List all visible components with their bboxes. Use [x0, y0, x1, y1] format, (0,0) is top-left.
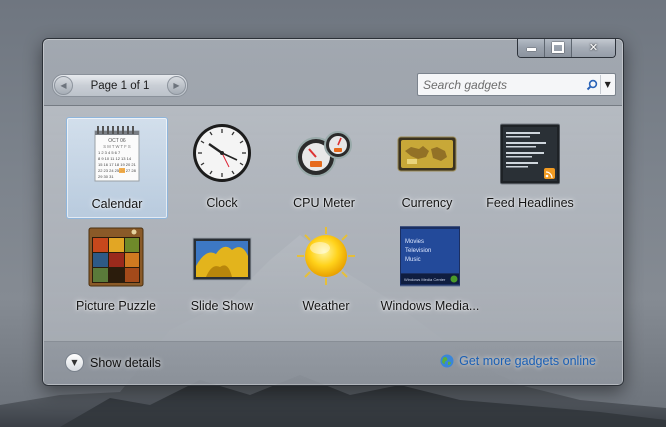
- cpu-meter-icon: [296, 131, 352, 177]
- search-input[interactable]: [418, 75, 585, 94]
- chevron-down-icon: ▼: [65, 353, 84, 372]
- svg-text:8 9 10 11 12 13 14: 8 9 10 11 12 13 14: [98, 156, 132, 161]
- show-details-label: Show details: [90, 355, 161, 370]
- gadget-feed-headlines[interactable]: Feed Headlines: [480, 117, 580, 217]
- svg-text:22 23 24 25 26 27 28: 22 23 24 25 26 27 28: [98, 168, 137, 173]
- page-indicator: Page 1 of 1: [90, 79, 150, 92]
- gadget-label: Picture Puzzle: [76, 299, 156, 313]
- svg-text:Movies: Movies: [405, 239, 424, 245]
- gadget-gallery: OCT 06 S M T W T F S 1 2 3 4 5 6 7 8 9 1…: [44, 105, 622, 342]
- weather-sun-icon: [297, 227, 355, 285]
- svg-text:29 30 31: 29 30 31: [98, 174, 114, 179]
- gadget-windows-media-center[interactable]: Movies Television Music Windows Media Ce…: [380, 220, 480, 320]
- svg-text:1 2 3 4 5 6 7: 1 2 3 4 5 6 7: [98, 150, 121, 155]
- close-icon: ✕: [588, 41, 599, 54]
- search-icon: [587, 79, 598, 90]
- gadget-picture-puzzle[interactable]: Picture Puzzle: [66, 220, 166, 320]
- svg-text:15 16 17 18 19 20 21: 15 16 17 18 19 20 21: [98, 162, 137, 167]
- close-button[interactable]: ✕: [572, 39, 615, 57]
- gadget-gallery-window: ✕ ◀ Page 1 of 1 ▶ ▼: [42, 38, 624, 386]
- calendar-icon: OCT 06 S M T W T F S 1 2 3 4 5 6 7 8 9 1…: [94, 126, 140, 182]
- gadget-currency[interactable]: Currency: [377, 117, 477, 217]
- show-details-toggle[interactable]: ▼ Show details: [65, 353, 161, 372]
- maximize-icon: [552, 42, 564, 53]
- arrow-left-icon: ◀: [60, 81, 67, 90]
- gadget-label: Windows Media...: [380, 299, 480, 313]
- svg-text:S M T W T F S: S M T W T F S: [103, 144, 131, 149]
- gadget-label: Slide Show: [190, 299, 254, 313]
- slideshow-icon: [192, 237, 252, 281]
- gadget-label: Calendar: [91, 197, 143, 211]
- previous-page-button[interactable]: ◀: [54, 76, 73, 95]
- minimize-icon: [526, 48, 536, 51]
- svg-text:Music: Music: [405, 257, 421, 263]
- feed-icon: [500, 123, 560, 185]
- gadget-label: CPU Meter: [293, 196, 355, 210]
- gadget-cpu-meter[interactable]: CPU Meter: [274, 117, 374, 217]
- gadget-label: Feed Headlines: [486, 196, 574, 210]
- gadget-clock[interactable]: Clock: [172, 117, 272, 217]
- svg-text:Television: Television: [405, 248, 431, 254]
- caption-buttons: ✕: [517, 39, 616, 58]
- windows-media-center-icon: Movies Television Music Windows Media Ce…: [400, 226, 460, 287]
- globe-icon: [440, 354, 454, 368]
- gadget-label: Weather: [302, 299, 350, 313]
- arrow-right-icon: ▶: [173, 81, 180, 90]
- maximize-button[interactable]: [545, 39, 572, 57]
- gadget-slide-show[interactable]: Slide Show: [172, 220, 272, 320]
- footer: ▼ Show details Get more gadgets online: [44, 341, 622, 384]
- currency-icon: [397, 136, 457, 172]
- search-dropdown-button[interactable]: ▼: [599, 75, 616, 94]
- gadget-calendar[interactable]: OCT 06 S M T W T F S 1 2 3 4 5 6 7 8 9 1…: [66, 117, 168, 219]
- gadget-weather[interactable]: Weather: [276, 220, 376, 320]
- next-page-button[interactable]: ▶: [166, 76, 186, 95]
- get-more-gadgets-link[interactable]: Get more gadgets online: [440, 354, 596, 368]
- chevron-down-icon: ▼: [604, 80, 611, 89]
- svg-text:Windows Media Center: Windows Media Center: [404, 277, 446, 282]
- search-button[interactable]: [585, 77, 600, 93]
- minimize-button[interactable]: [518, 39, 545, 57]
- gadget-label: Currency: [401, 196, 453, 210]
- pager: ◀ Page 1 of 1 ▶: [52, 74, 188, 97]
- search-box: ▼: [417, 73, 616, 96]
- puzzle-icon: [88, 227, 144, 287]
- get-more-gadgets-label[interactable]: Get more gadgets online: [459, 354, 596, 368]
- clock-icon: [193, 124, 251, 182]
